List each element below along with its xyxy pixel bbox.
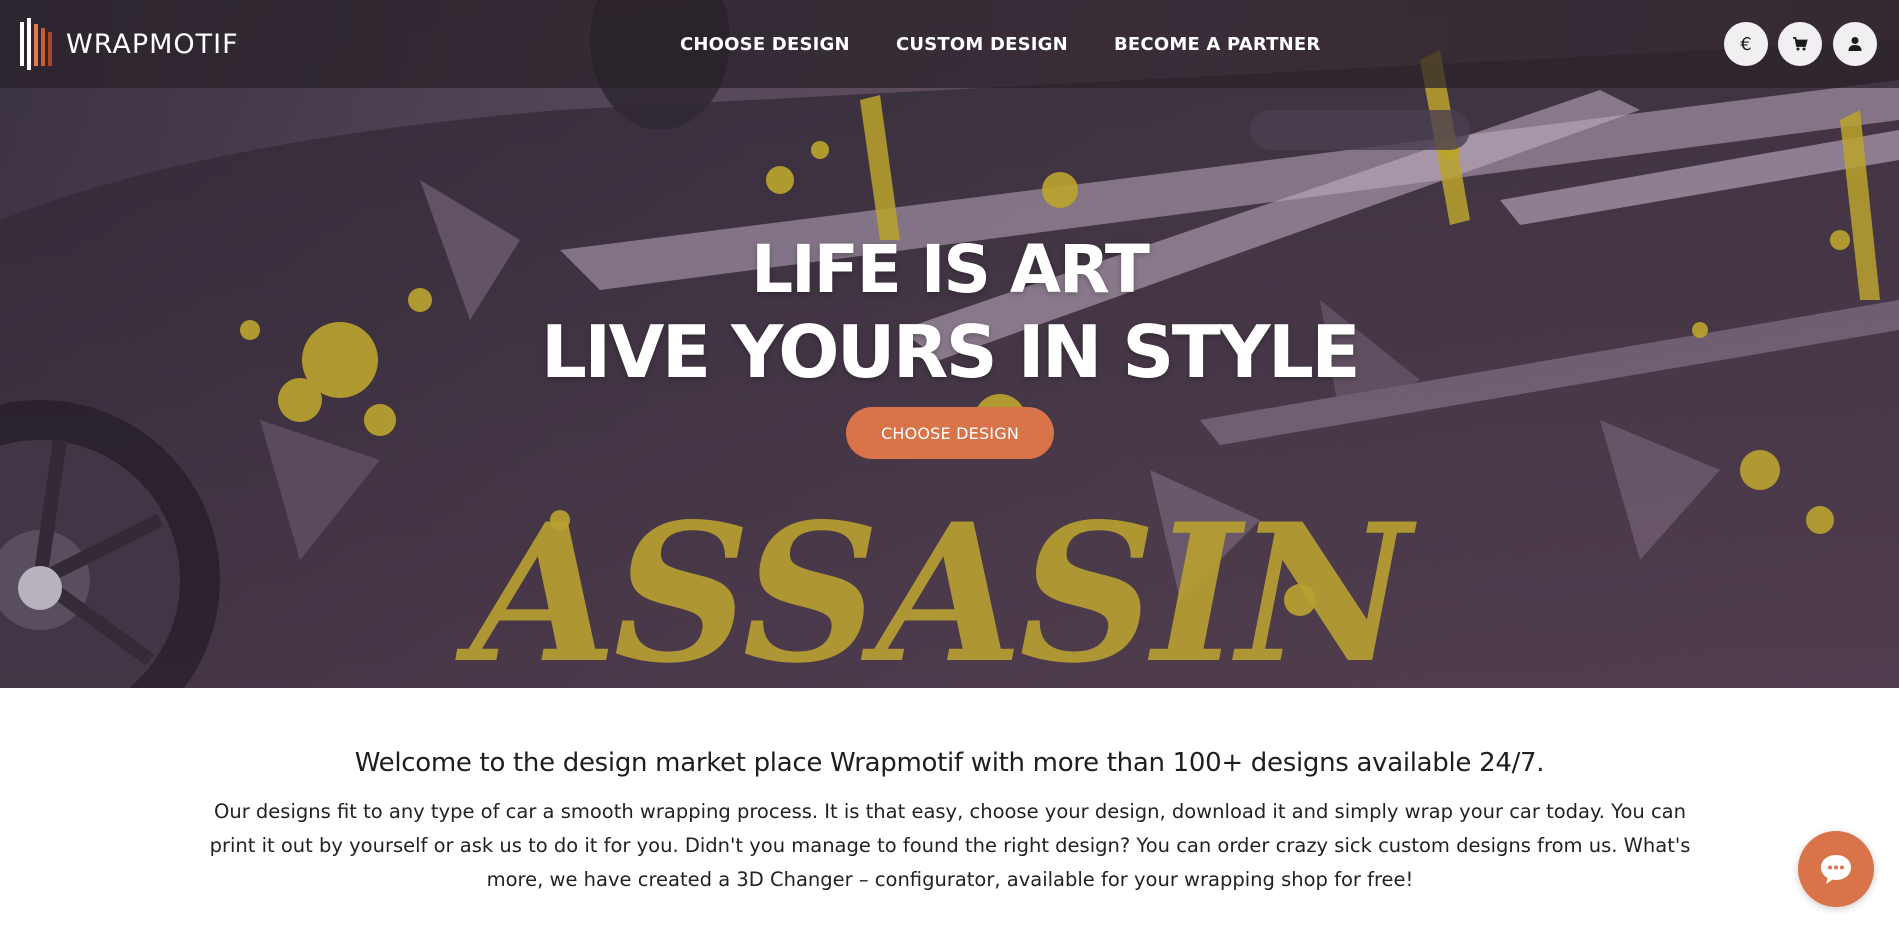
chat-launcher-button[interactable] <box>1798 831 1874 907</box>
currency-button[interactable]: € <box>1724 22 1768 66</box>
nav-choose-design[interactable]: CHOOSE DESIGN <box>680 34 850 55</box>
logo-mark-icon <box>20 18 52 70</box>
account-button[interactable] <box>1833 22 1877 66</box>
euro-icon: € <box>1740 33 1752 55</box>
welcome-heading: Welcome to the design market place Wrapm… <box>354 748 1545 778</box>
intro-description: Our designs fit to any type of car a smo… <box>209 800 1691 891</box>
cart-button[interactable] <box>1778 22 1822 66</box>
cart-icon <box>1793 37 1808 51</box>
hero-headline-line1: LIFE IS ART <box>751 231 1150 308</box>
hero-choose-design-button[interactable]: CHOOSE DESIGN <box>846 407 1054 459</box>
nav-become-a-partner[interactable]: BECOME A PARTNER <box>1114 34 1320 55</box>
hero-headline-line2: LIVE YOURS IN STYLE <box>540 310 1361 394</box>
brand-logo[interactable]: WRAPMOTIF <box>18 18 239 70</box>
top-navigation: WRAPMOTIF CHOOSE DESIGN CUSTOM DESIGN BE… <box>0 0 1899 88</box>
chat-bubble-icon <box>1821 855 1851 884</box>
user-icon <box>1848 37 1862 51</box>
hero-banner: ASSASIN LIFE IS ART LIVE YOURS IN STYLE … <box>0 0 1899 688</box>
brand-name: WRAPMOTIF <box>66 28 239 60</box>
nav-custom-design[interactable]: CUSTOM DESIGN <box>896 34 1068 55</box>
